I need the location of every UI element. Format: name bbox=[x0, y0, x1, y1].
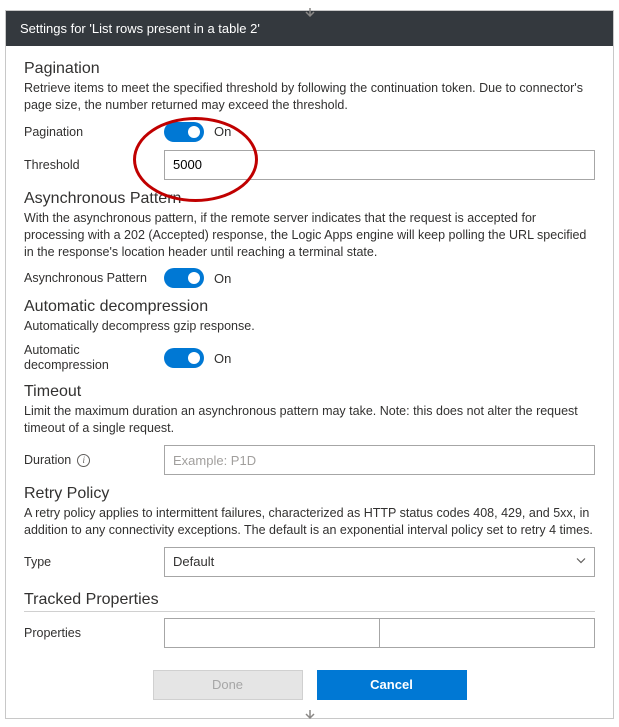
async-toggle-label: Asynchronous Pattern bbox=[24, 271, 164, 285]
threshold-input[interactable] bbox=[164, 150, 595, 180]
retry-desc: A retry policy applies to intermittent f… bbox=[24, 505, 595, 539]
timeout-title: Timeout bbox=[24, 383, 595, 401]
properties-label: Properties bbox=[24, 626, 164, 640]
threshold-label: Threshold bbox=[24, 158, 164, 172]
button-row: Done Cancel bbox=[24, 670, 595, 700]
duration-label: Duration i bbox=[24, 453, 164, 467]
pagination-toggle-state: On bbox=[214, 124, 231, 139]
pagination-desc: Retrieve items to meet the specified thr… bbox=[24, 80, 595, 114]
decomp-title: Automatic decompression bbox=[24, 298, 595, 316]
pagination-title: Pagination bbox=[24, 60, 595, 78]
panel-body: Pagination Retrieve items to meet the sp… bbox=[6, 46, 613, 718]
timeout-desc: Limit the maximum duration an asynchrono… bbox=[24, 403, 595, 437]
decomp-desc: Automatically decompress gzip response. bbox=[24, 318, 595, 335]
pagination-toggle[interactable] bbox=[164, 122, 204, 142]
async-toggle[interactable] bbox=[164, 268, 204, 288]
decomp-toggle-state: On bbox=[214, 351, 231, 366]
cancel-button[interactable]: Cancel bbox=[317, 670, 467, 700]
flow-arrow-in bbox=[302, 6, 318, 25]
retry-type-select[interactable]: Default bbox=[164, 547, 595, 577]
tracked-divider bbox=[24, 611, 595, 612]
tracked-title: Tracked Properties bbox=[24, 591, 595, 609]
duration-label-text: Duration bbox=[24, 453, 71, 467]
retry-title: Retry Policy bbox=[24, 485, 595, 503]
async-title: Asynchronous Pattern bbox=[24, 190, 595, 208]
async-desc: With the asynchronous pattern, if the re… bbox=[24, 210, 595, 261]
async-toggle-state: On bbox=[214, 271, 231, 286]
property-key-input[interactable] bbox=[164, 618, 380, 648]
properties-table bbox=[164, 618, 595, 648]
property-value-input[interactable] bbox=[380, 618, 595, 648]
retry-type-label: Type bbox=[24, 555, 164, 569]
info-icon[interactable]: i bbox=[77, 454, 90, 467]
decomp-toggle-label: Automatic decompression bbox=[24, 343, 164, 373]
panel-title: Settings for 'List rows present in a tab… bbox=[20, 21, 260, 36]
settings-panel: Settings for 'List rows present in a tab… bbox=[5, 10, 614, 719]
done-button: Done bbox=[153, 670, 303, 700]
decomp-toggle[interactable] bbox=[164, 348, 204, 368]
pagination-toggle-label: Pagination bbox=[24, 125, 164, 139]
duration-input[interactable] bbox=[164, 445, 595, 475]
